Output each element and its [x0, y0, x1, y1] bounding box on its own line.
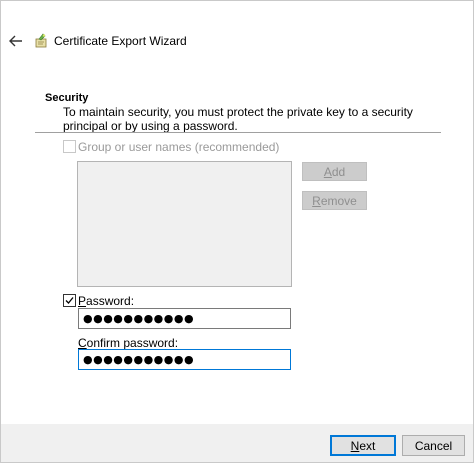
password-label-text: assword:	[86, 294, 135, 308]
group-checkbox[interactable]	[63, 140, 76, 153]
cancel-button[interactable]: Cancel	[402, 435, 465, 456]
password-label-mnemonic: P	[78, 294, 87, 308]
password-checkbox-label: Password:	[78, 294, 134, 308]
confirm-label-text: onfirm password:	[86, 336, 179, 350]
add-button-label: dd	[331, 164, 346, 179]
header-separator	[35, 132, 441, 133]
checkmark-icon	[65, 297, 74, 304]
password-checkbox[interactable]	[63, 294, 76, 307]
next-button-label: ext	[359, 438, 376, 453]
back-arrow-icon[interactable]	[6, 33, 24, 49]
confirm-password-field[interactable]: ●●●●●●●●●●●	[78, 349, 291, 370]
remove-button-mnemonic: R	[312, 193, 321, 208]
section-description: To maintain security, you must protect t…	[63, 105, 413, 133]
confirm-password-label: Confirm password:	[78, 336, 178, 350]
remove-button-label: emove	[320, 193, 357, 208]
wizard-title: Certificate Export Wizard	[54, 34, 187, 48]
group-user-listbox[interactable]	[77, 161, 292, 287]
certificate-icon	[35, 33, 47, 48]
remove-button[interactable]: Remove	[302, 191, 367, 210]
next-button[interactable]: Next	[330, 435, 396, 456]
wizard-window: Certificate Export Wizard Security To ma…	[0, 0, 474, 463]
add-button[interactable]: Add	[302, 162, 367, 181]
wizard-footer: Next Cancel	[1, 424, 473, 462]
group-checkbox-label: Group or user names (recommended)	[78, 140, 280, 154]
add-button-mnemonic: A	[323, 164, 332, 179]
password-field[interactable]: ●●●●●●●●●●●	[78, 308, 291, 329]
section-title: Security	[45, 92, 89, 104]
confirm-label-mnemonic: C	[78, 336, 87, 350]
